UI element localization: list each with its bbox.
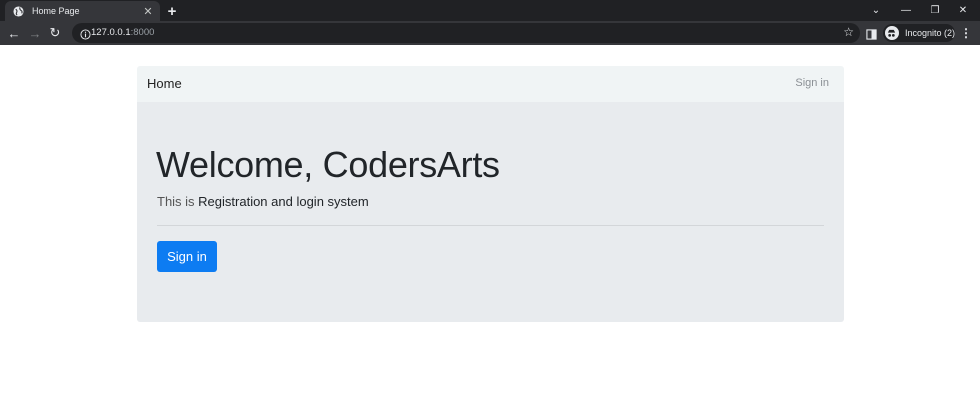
signin-button[interactable]: Sign in <box>157 241 217 272</box>
minimize-icon[interactable]: — <box>898 2 914 18</box>
back-icon[interactable]: ← <box>6 25 22 41</box>
site-navbar: Home Sign in <box>137 66 844 102</box>
url-text[interactable]: 127.0.0.1:8000 <box>91 27 154 38</box>
navbar-brand-home[interactable]: Home <box>147 76 182 91</box>
tab-search-icon[interactable]: ⌄ <box>868 2 884 18</box>
tab-strip: Home Page ✕ + ⌄ — ❐ ✕ <box>0 0 980 21</box>
url-port: :8000 <box>130 27 155 38</box>
bookmark-star-icon[interactable]: ☆ <box>843 25 854 39</box>
forward-icon[interactable]: → <box>27 25 43 41</box>
restore-icon[interactable]: ❐ <box>927 2 943 18</box>
new-tab-icon[interactable]: + <box>164 3 180 20</box>
incognito-icon <box>885 26 899 40</box>
welcome-heading: Welcome, CodersArts <box>156 144 500 185</box>
tab-title: Home Page <box>32 6 80 16</box>
page-viewport: Home Sign in Welcome, CodersArts This is… <box>0 45 980 414</box>
globe-icon <box>12 5 24 17</box>
lead-main-text: Registration and login system <box>198 194 369 209</box>
divider <box>157 225 824 226</box>
url-host: 127.0.0.1 <box>91 27 131 38</box>
reload-icon[interactable]: ↻ <box>47 25 63 41</box>
side-panel-icon[interactable] <box>866 27 878 40</box>
browser-menu-icon[interactable]: ⋮ <box>960 26 972 40</box>
navbar-signin-link[interactable]: Sign in <box>795 77 829 89</box>
tab-home-page[interactable]: Home Page ✕ <box>5 1 160 21</box>
address-bar[interactable]: 127.0.0.1:8000 ☆ <box>72 23 860 43</box>
close-tab-icon[interactable]: ✕ <box>141 4 155 18</box>
incognito-label: Incognito (2) <box>904 28 955 38</box>
lead-prefix: This is <box>157 194 199 209</box>
welcome-lead: This is Registration and login system <box>157 194 369 209</box>
welcome-jumbotron: Welcome, CodersArts This is Registration… <box>137 102 844 322</box>
close-window-icon[interactable]: ✕ <box>955 2 971 18</box>
browser-toolbar: ← → ↻ 127.0.0.1:8000 ☆ Incognito (2) ⋮ <box>0 21 980 45</box>
incognito-profile-button[interactable]: Incognito (2) <box>883 24 955 42</box>
